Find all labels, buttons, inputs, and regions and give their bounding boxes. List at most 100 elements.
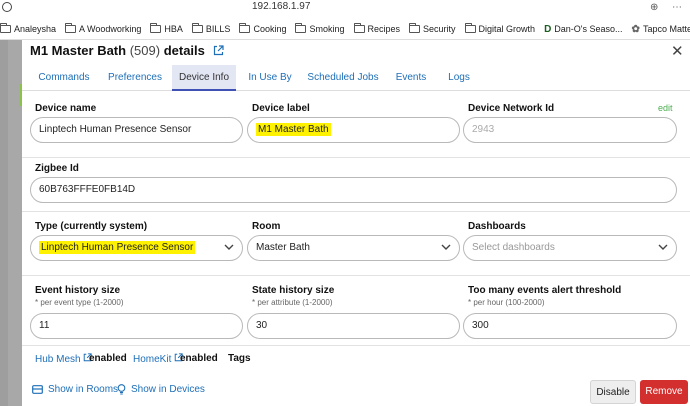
folder-icon xyxy=(150,23,162,33)
rooms-icon xyxy=(32,385,43,394)
show-in-rooms-label: Show in Rooms xyxy=(48,384,119,395)
too-many-events-label: Too many events alert threshold xyxy=(468,285,622,296)
dashboards-label: Dashboards xyxy=(468,221,526,232)
hub-mesh-link[interactable]: Hub Mesh xyxy=(35,353,93,365)
too-many-events-hint: * per hour (100-2000) xyxy=(468,298,545,307)
bookmark-item[interactable]: HBA xyxy=(150,23,183,34)
bookmark-item[interactable]: Smoking xyxy=(295,23,345,34)
bookmark-item[interactable]: Digital Growth xyxy=(464,23,536,34)
show-in-rooms-link[interactable]: Show in Rooms xyxy=(32,384,118,395)
title-suffix: details xyxy=(163,43,205,58)
device-name-label: Device name xyxy=(35,103,97,114)
bookmark-item[interactable]: BILLS xyxy=(191,23,231,34)
chevron-down-icon xyxy=(658,244,668,250)
type-room-section: Type (currently system) Linptech Human P… xyxy=(22,212,690,276)
device-title: M1 Master Bath xyxy=(30,43,127,58)
browser-url-bar: 192.168.1.97 ⊕ ⋯ xyxy=(0,0,690,19)
bookmarks-bar: Analeysha A Woodworking HBA BILLS Cooking Smo… xyxy=(0,19,690,40)
gear-icon: ✿ xyxy=(631,23,640,35)
zigbee-section: Zigbee Id 60B763FFFE0FB14D xyxy=(22,158,690,212)
bookmark-item[interactable]: Security xyxy=(409,23,456,34)
bookmark-label: Analeysha xyxy=(14,24,57,34)
room-select[interactable]: Master Bath xyxy=(247,235,460,261)
type-value: Linptech Human Presence Sensor xyxy=(39,241,196,254)
device-name-field[interactable]: Linptech Human Presence Sensor xyxy=(30,117,243,143)
bookmark-label: Security xyxy=(423,24,456,34)
device-details-modal: M1 Master Bath (509) details ✕ Commands … xyxy=(22,40,690,406)
event-history-label: Event history size xyxy=(35,285,121,296)
device-count: (509) xyxy=(129,43,161,58)
room-label: Room xyxy=(252,221,281,232)
tags-label: Tags xyxy=(228,353,251,364)
device-label-label: Device label xyxy=(252,103,310,114)
state-history-field[interactable]: 30 xyxy=(247,313,460,339)
event-history-field[interactable]: 11 xyxy=(30,313,243,339)
remove-button[interactable]: Remove xyxy=(640,380,688,404)
browser-tab-icon xyxy=(2,2,12,12)
tab-in-use-by[interactable]: In Use By xyxy=(240,65,300,91)
integrations-row: Hub Mesh enabled HomeKit enabled Tags xyxy=(22,350,690,370)
type-label: Type (currently system) xyxy=(35,221,148,232)
zigbee-id-label: Zigbee Id xyxy=(35,163,79,174)
state-history-hint: * per attribute (1-2000) xyxy=(252,298,333,307)
device-label-field[interactable]: M1 Master Bath xyxy=(247,117,460,143)
address-bar[interactable]: 192.168.1.97 xyxy=(252,1,310,12)
history-section: Event history size * per event type (1-2… xyxy=(22,276,690,346)
device-names-section: Device name Linptech Human Presence Sens… xyxy=(22,92,690,158)
tab-device-info[interactable]: Device Info xyxy=(172,65,236,91)
network-id-field: 2943 xyxy=(463,117,677,143)
dano-icon: D xyxy=(544,23,552,35)
bookmark-item[interactable]: ✿Tapco Matter D... xyxy=(632,24,690,35)
dashboards-select[interactable]: Select dashboards xyxy=(463,235,677,261)
modal-title: M1 Master Bath (509) details xyxy=(30,43,224,59)
homekit-label: HomeKit xyxy=(133,354,172,365)
background-sidebar xyxy=(8,40,24,406)
bookmark-item[interactable]: Recipes xyxy=(353,23,401,34)
tab-bar: Commands Preferences Device Info In Use … xyxy=(22,65,690,91)
bookmark-item[interactable]: Analeysha xyxy=(0,23,57,34)
folder-icon xyxy=(239,23,251,33)
bookmark-label: Digital Growth xyxy=(478,24,536,34)
bookmark-label: HBA xyxy=(164,24,183,34)
chevron-down-icon xyxy=(441,244,451,250)
bookmark-item[interactable]: Cooking xyxy=(239,23,286,34)
room-value: Master Bath xyxy=(256,242,310,253)
device-label-value: M1 Master Bath xyxy=(256,123,331,136)
folder-icon xyxy=(295,23,307,33)
dashboards-placeholder: Select dashboards xyxy=(472,242,555,253)
homekit-status: enabled xyxy=(180,353,218,364)
bookmark-label: BILLS xyxy=(205,24,231,34)
homekit-link[interactable]: HomeKit xyxy=(133,353,183,365)
bookmark-label: A Woodworking xyxy=(79,24,142,34)
zigbee-id-field[interactable]: 60B763FFFE0FB14D xyxy=(30,177,677,203)
lightbulb-icon xyxy=(117,384,126,395)
close-icon[interactable]: ✕ xyxy=(671,42,684,60)
tab-scheduled-jobs[interactable]: Scheduled Jobs xyxy=(304,65,382,91)
extensions-icon[interactable]: ⊕ xyxy=(650,2,658,13)
external-link-icon[interactable] xyxy=(213,44,224,59)
state-history-label: State history size xyxy=(252,285,335,296)
folder-icon xyxy=(409,23,421,33)
edit-network-id-link[interactable]: edit xyxy=(658,103,673,113)
network-id-label: Device Network Id xyxy=(468,103,555,114)
bookmark-label: Tapco Matter D... xyxy=(642,24,690,34)
tab-commands[interactable]: Commands xyxy=(30,65,98,91)
hub-mesh-label: Hub Mesh xyxy=(35,354,81,365)
disable-button[interactable]: Disable xyxy=(590,380,636,404)
show-in-devices-link[interactable]: Show in Devices xyxy=(117,384,205,395)
tab-events[interactable]: Events xyxy=(388,65,434,91)
tab-logs[interactable]: Logs xyxy=(438,65,480,91)
browser-menu-icon[interactable]: ⋯ xyxy=(672,2,682,13)
tab-preferences[interactable]: Preferences xyxy=(100,65,170,91)
bookmark-item[interactable]: D Dan-O's Seaso... xyxy=(544,24,622,35)
hub-mesh-status: enabled xyxy=(89,353,127,364)
folder-icon xyxy=(191,23,203,33)
folder-icon xyxy=(464,23,476,33)
event-history-hint: * per event type (1-2000) xyxy=(35,298,124,307)
bookmark-item[interactable]: A Woodworking xyxy=(65,23,142,34)
too-many-events-field[interactable]: 300 xyxy=(463,313,677,339)
folder-icon xyxy=(65,23,77,33)
bookmark-label: Smoking xyxy=(309,24,345,34)
type-select[interactable]: Linptech Human Presence Sensor xyxy=(30,235,243,261)
bookmark-label: Recipes xyxy=(367,24,401,34)
